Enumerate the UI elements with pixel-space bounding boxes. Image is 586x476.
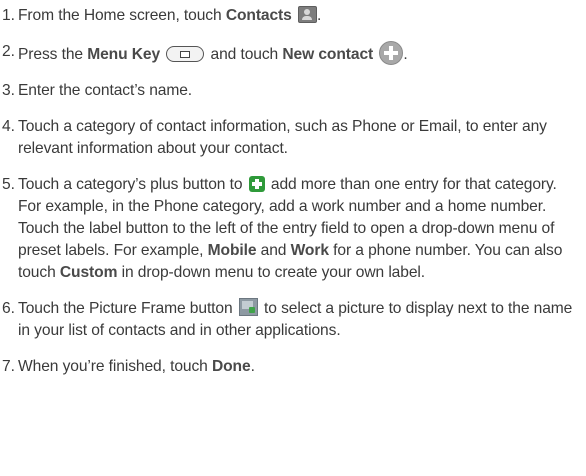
step-text: in drop-down menu to create your own lab… bbox=[117, 264, 426, 281]
menu-key-label: Menu Key bbox=[87, 46, 161, 63]
step-6: 6. Touch the Picture Frame button to sel… bbox=[2, 298, 578, 342]
step-number: 5. bbox=[2, 176, 15, 193]
green-plus-icon bbox=[248, 176, 265, 192]
step-1: 1. From the Home screen, touch Contacts … bbox=[2, 5, 578, 27]
step-text: Touch a category’s plus button to bbox=[18, 176, 247, 193]
mobile-label: Mobile bbox=[207, 242, 257, 259]
plus-circle-icon bbox=[379, 41, 404, 65]
step-text: When you’re finished, touch bbox=[18, 358, 212, 375]
step-2: 2. Press the Menu Key and touch New cont… bbox=[2, 41, 578, 66]
step-text: From the Home screen, touch bbox=[18, 7, 226, 24]
step-number: 1. bbox=[2, 7, 15, 24]
step-text: Touch the Picture Frame button bbox=[18, 300, 237, 317]
custom-label: Custom bbox=[59, 264, 118, 281]
step-text: . bbox=[250, 358, 255, 375]
work-label: Work bbox=[290, 242, 329, 259]
step-number: 4. bbox=[2, 118, 15, 135]
steps-list: 1. From the Home screen, touch Contacts … bbox=[2, 5, 578, 378]
step-text: . bbox=[316, 7, 322, 24]
step-text: Touch a category of contact information,… bbox=[18, 118, 547, 157]
step-text: Press the bbox=[18, 46, 88, 63]
step-text: . bbox=[403, 46, 408, 63]
step-text: and bbox=[256, 242, 291, 259]
step-text: Enter the contact’s name. bbox=[18, 82, 193, 99]
done-label: Done bbox=[211, 358, 251, 375]
contacts-app-icon bbox=[297, 6, 317, 23]
picture-frame-icon bbox=[238, 298, 258, 316]
step-number: 7. bbox=[2, 358, 15, 375]
step-7: 7. When you’re finished, touch Done. bbox=[2, 356, 578, 378]
instructions-document: 1. From the Home screen, touch Contacts … bbox=[0, 0, 586, 378]
menu-key-icon bbox=[166, 46, 205, 62]
step-5: 5. Touch a category’s plus button to add… bbox=[2, 174, 578, 284]
step-3: 3. Enter the contact’s name. bbox=[2, 80, 578, 102]
step-4: 4. Touch a category of contact informati… bbox=[2, 116, 578, 160]
step-number: 3. bbox=[2, 82, 15, 99]
new-contact-label: New contact bbox=[282, 46, 374, 63]
step-text: and touch bbox=[206, 46, 283, 63]
contacts-label: Contacts bbox=[225, 7, 292, 24]
step-number: 6. bbox=[2, 300, 15, 317]
step-number: 2. bbox=[2, 43, 15, 60]
